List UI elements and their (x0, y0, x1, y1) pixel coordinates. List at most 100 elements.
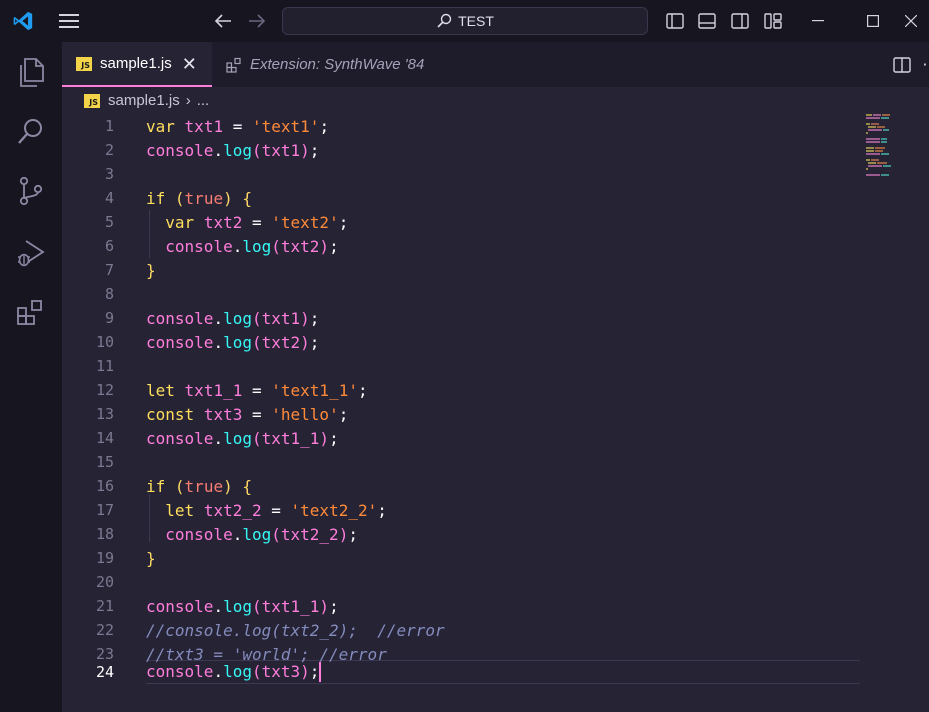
code-line: 8 (62, 282, 862, 306)
keyword: if (146, 188, 166, 208)
line-number: 12 (95, 381, 114, 399)
semicolon: ; (329, 236, 339, 256)
extension-icon (226, 57, 242, 73)
identifier: txt3 (261, 661, 301, 681)
close-tab-icon[interactable]: ✕ (182, 55, 197, 73)
code-line: 18 console.log(txt2_2); (62, 522, 862, 546)
function-name: log (223, 661, 252, 681)
string-literal: 'text2_2' (290, 500, 378, 520)
operator: . (213, 332, 224, 352)
identifier: txt1_1 (261, 596, 320, 616)
semicolon: ; (348, 524, 358, 544)
tab-extension-synthwave[interactable]: Extension: SynthWave '84 (212, 42, 452, 87)
function-name: log (223, 428, 252, 448)
line-number: 17 (95, 501, 114, 519)
tab-sample1-js[interactable]: JS sample1.js ✕ (62, 42, 212, 87)
code-line-active: 24 console.log(txt3); (62, 660, 862, 684)
code-line: 3 (62, 162, 862, 186)
customize-layout-icon[interactable] (760, 0, 786, 42)
operator: = (251, 380, 262, 400)
search-icon[interactable] (0, 102, 62, 160)
search-label: TEST (458, 13, 494, 29)
code-editor[interactable]: 1 var txt1 = 'text1'; 2 console.log(txt1… (62, 114, 929, 712)
close-window-icon[interactable] (905, 0, 929, 42)
line-number: 3 (104, 165, 114, 183)
line-number: 18 (95, 525, 114, 543)
operator: . (213, 661, 224, 681)
identifier: console (146, 140, 214, 160)
forward-arrow-icon[interactable] (242, 0, 272, 42)
code-line: 5 var txt2 = 'text2'; (62, 210, 862, 234)
semicolon: ; (309, 661, 320, 681)
operator: . (213, 140, 224, 160)
code-line: 2 console.log(txt1); (62, 138, 862, 162)
line-number: 20 (95, 573, 114, 591)
identifier: console (146, 661, 214, 681)
semicolon: ; (309, 308, 320, 328)
breadcrumb-symbols[interactable]: ... (197, 92, 210, 109)
identifier: txt2 (203, 212, 243, 232)
code-line: 22 //console.log(txt2_2); //error (62, 618, 862, 642)
code-line: 21 console.log(txt1_1); (62, 594, 862, 618)
source-control-icon[interactable] (0, 162, 62, 220)
code-line: 12 let txt1_1 = 'text1_1'; (62, 378, 862, 402)
identifier: txt2_2 (203, 500, 262, 520)
identifier: console (146, 332, 214, 352)
text-cursor (319, 662, 322, 683)
operator: . (213, 596, 224, 616)
code-line: 7 } (62, 258, 862, 282)
vscode-logo-icon[interactable] (8, 0, 38, 42)
function-name: log (242, 236, 272, 256)
line-number: 1 (104, 117, 114, 135)
identifier: txt1_1 (261, 428, 320, 448)
tab-label: Extension: SynthWave '84 (250, 56, 425, 73)
boolean-literal: true (184, 188, 224, 208)
explorer-icon[interactable] (0, 44, 62, 102)
line-number: 9 (104, 309, 114, 327)
line-number: 16 (95, 477, 114, 495)
keyword: var (146, 116, 175, 136)
boolean-literal: true (184, 476, 224, 496)
hamburger-menu-icon[interactable] (54, 0, 84, 42)
identifier: txt1_1 (184, 380, 243, 400)
code-line: 10 console.log(txt2); (62, 330, 862, 354)
semicolon: ; (309, 140, 320, 160)
operator: = (251, 404, 262, 424)
minimize-icon[interactable] (795, 0, 841, 42)
brace: } (146, 548, 156, 568)
semicolon: ; (319, 116, 330, 136)
identifier: txt1 (184, 116, 224, 136)
run-debug-icon[interactable] (0, 224, 62, 282)
keyword: if (146, 476, 166, 496)
more-actions-icon[interactable]: ··· (920, 42, 929, 87)
toggle-primary-sidebar-icon[interactable] (662, 0, 688, 42)
code-line: 9 console.log(txt1); (62, 306, 862, 330)
line-number: 19 (95, 549, 114, 567)
line-number: 6 (104, 237, 114, 255)
code-line: 6 console.log(txt2); (62, 234, 862, 258)
code-line: 19 } (62, 546, 862, 570)
semicolon: ; (309, 332, 320, 352)
command-center-search[interactable]: TEST (282, 7, 648, 35)
string-literal: 'text1_1' (271, 380, 358, 400)
maximize-icon[interactable] (850, 0, 896, 42)
operator: = (251, 212, 262, 232)
function-name: log (223, 596, 252, 616)
minimap[interactable] (866, 114, 926, 176)
code-line: 4 if (true) { (62, 186, 862, 210)
identifier: console (146, 596, 214, 616)
brace: { (242, 188, 252, 208)
toggle-secondary-sidebar-icon[interactable] (727, 0, 753, 42)
extensions-icon[interactable] (0, 284, 62, 342)
breadcrumb-file[interactable]: sample1.js (108, 92, 180, 109)
line-number: 11 (95, 357, 114, 375)
operator: = (271, 500, 281, 520)
back-arrow-icon[interactable] (208, 0, 238, 42)
identifier: txt1 (261, 140, 301, 160)
operator: . (213, 428, 224, 448)
javascript-file-icon: JS (76, 56, 92, 71)
operator: . (213, 308, 224, 328)
split-editor-icon[interactable] (890, 42, 914, 87)
function-name: log (223, 140, 252, 160)
toggle-panel-icon[interactable] (694, 0, 720, 42)
